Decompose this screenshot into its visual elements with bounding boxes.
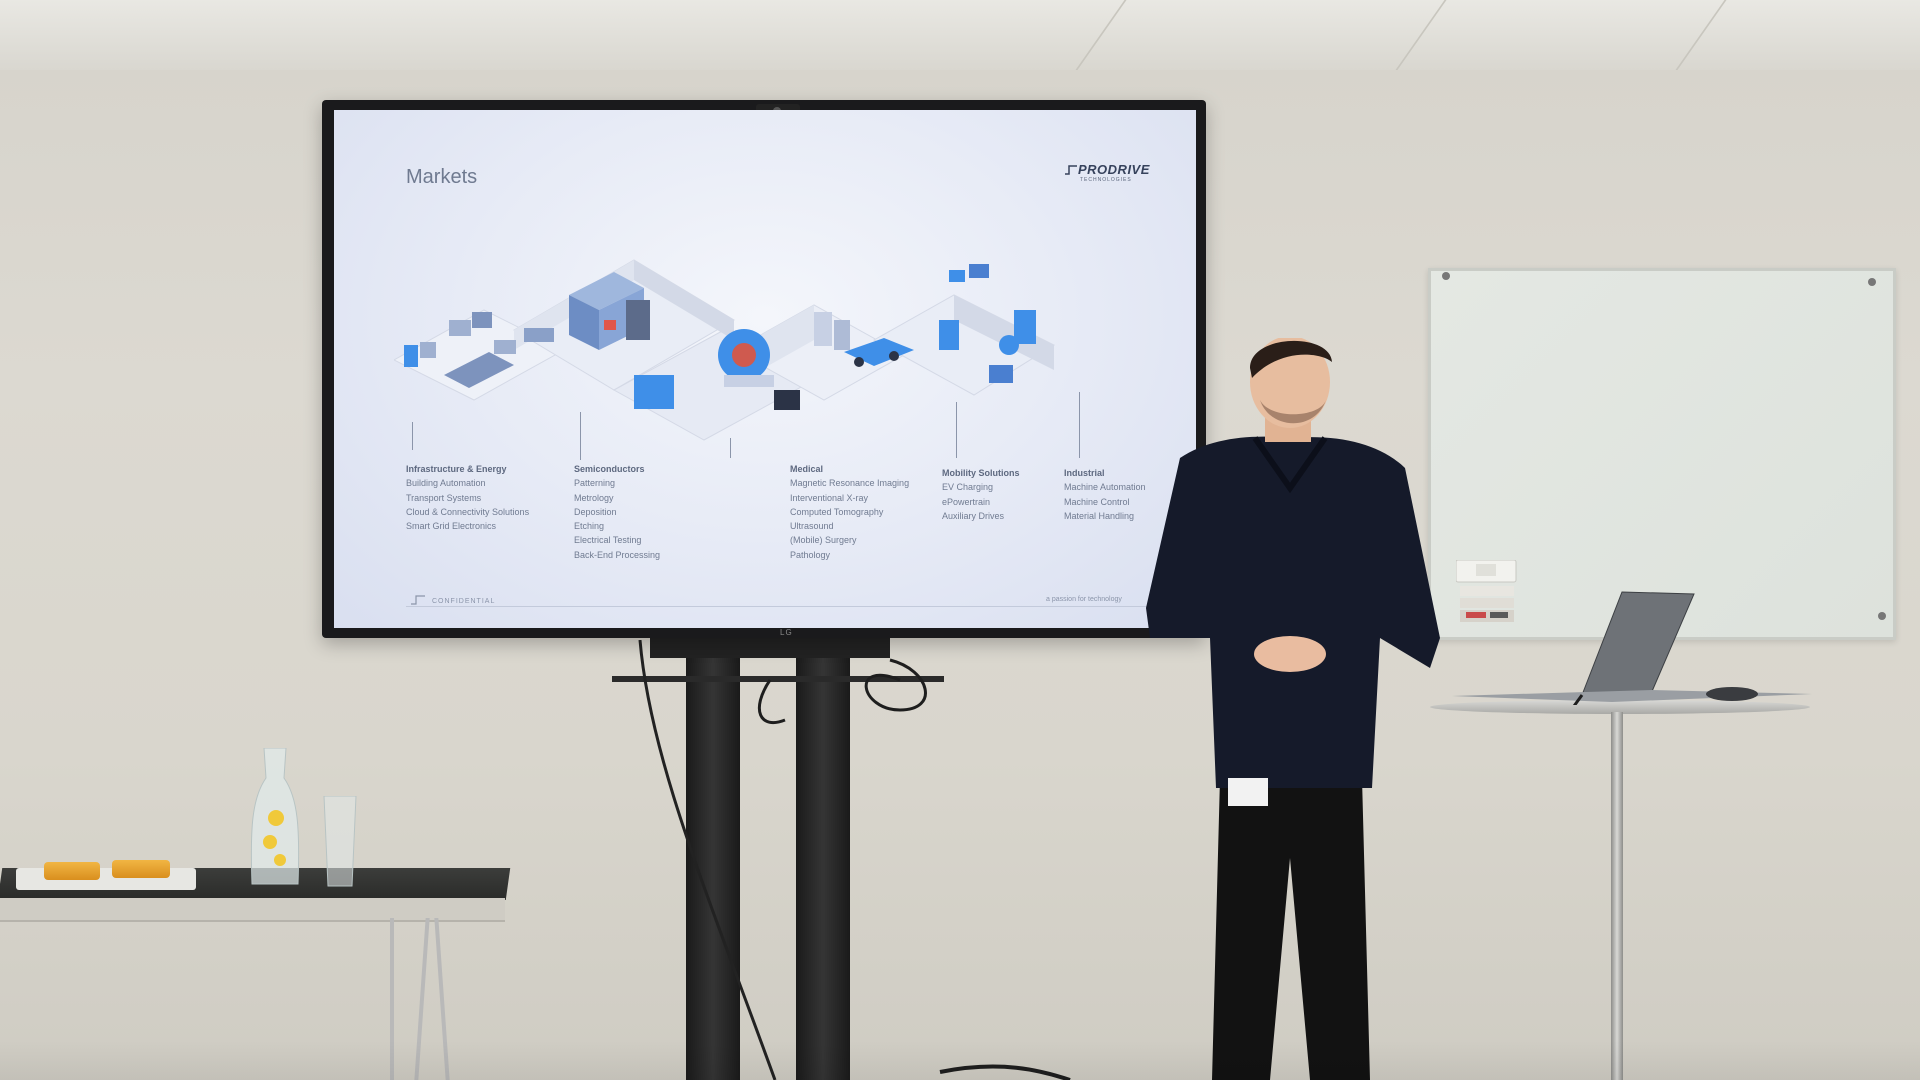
leader-line — [580, 412, 581, 460]
drinking-glass — [323, 796, 357, 887]
logo-text: PRODRIVE — [1078, 162, 1150, 177]
market-heading: Medical — [790, 464, 824, 474]
presenter — [1146, 338, 1440, 1080]
market-item: Ultrasound — [790, 521, 834, 532]
prodrive-logo-icon — [1065, 165, 1077, 175]
water-carafe — [250, 748, 300, 885]
whiteboard-pin — [1442, 272, 1450, 280]
markets-isometric-illustration — [394, 259, 1056, 441]
market-item: Building Automation — [406, 478, 486, 489]
logo-subtext: TECHNOLOGIES — [1080, 177, 1132, 183]
leader-line — [956, 402, 957, 458]
whiteboard-pin — [1878, 612, 1886, 620]
tv-cables — [638, 640, 1071, 1080]
ceiling — [0, 0, 1920, 70]
market-heading: Mobility Solutions — [942, 468, 1020, 478]
market-item: Magnetic Resonance Imaging — [790, 478, 910, 489]
market-item: Deposition — [574, 506, 617, 517]
confidential-label: CONFIDENTIAL — [432, 598, 496, 605]
prodrive-logo: PRODRIVE TECHNOLOGIES — [1064, 162, 1149, 188]
slide-tagline: a passion for technology — [1046, 596, 1122, 603]
market-industrial: Industrial Machine Automation Machine Co… — [1064, 466, 1146, 523]
market-item: ePowertrain — [942, 496, 991, 507]
slide-footer-line — [406, 606, 1151, 607]
cake-slice — [44, 862, 100, 880]
market-heading: Industrial — [1064, 468, 1105, 478]
market-item: Machine Automation — [1064, 482, 1146, 493]
market-item: Metrology — [574, 492, 614, 503]
market-item: Machine Control — [1064, 496, 1130, 507]
market-item: Material Handling — [1064, 510, 1135, 521]
market-item: Pathology — [790, 549, 831, 560]
cake-slice — [112, 860, 170, 878]
market-item: Cloud & Connectivity Solutions — [406, 506, 530, 517]
market-item: Smart Grid Electronics — [406, 521, 497, 532]
market-item: Patterning — [574, 478, 616, 489]
tv-brand-logo: LG — [780, 628, 793, 637]
leader-line — [730, 438, 731, 458]
market-item: Etching — [574, 521, 605, 532]
market-heading: Semiconductors — [574, 464, 645, 474]
market-item: Back-End Processing — [574, 549, 661, 560]
market-item: Interventional X-ray — [790, 492, 869, 503]
market-item: EV Charging — [942, 482, 994, 493]
market-infrastructure: Infrastructure & Energy Building Automat… — [406, 462, 529, 533]
leader-line — [412, 422, 413, 450]
market-heading: Infrastructure & Energy — [406, 464, 507, 474]
market-item: Computed Tomography — [790, 506, 884, 517]
market-item: Auxiliary Drives — [942, 510, 1005, 521]
laptop — [1452, 591, 1812, 705]
whiteboard-pin — [1868, 278, 1876, 286]
tv-screen: Markets PRODRIVE TECHNOLOGIES Infrastruc… — [334, 110, 1196, 628]
market-medical: Medical Magnetic Resonance Imaging Inter… — [790, 462, 909, 562]
slide-title: Markets — [406, 166, 478, 188]
leader-line — [1079, 392, 1080, 458]
footer-logo-icon — [411, 595, 425, 605]
market-mobility: Mobility Solutions EV Charging ePowertra… — [942, 466, 1020, 523]
high-table-pole — [1611, 712, 1623, 1080]
market-item: (Mobile) Surgery — [790, 535, 857, 546]
market-semiconductors: Semiconductors Patterning Metrology Depo… — [574, 462, 660, 562]
floor-shadow — [0, 1040, 1920, 1080]
market-item: Electrical Testing — [574, 535, 642, 546]
market-item: Transport Systems — [406, 492, 482, 503]
